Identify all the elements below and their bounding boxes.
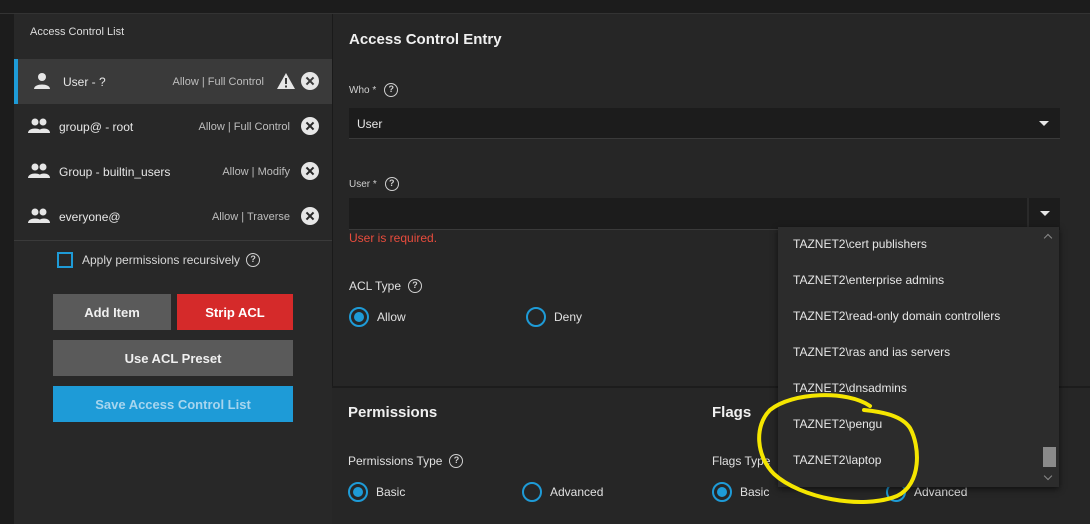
radio-label: Basic — [740, 485, 770, 499]
help-icon[interactable]: ? — [408, 279, 423, 293]
help-icon[interactable]: ? — [384, 83, 399, 97]
save-acl-button[interactable]: Save Access Control List — [53, 386, 293, 422]
group-icon — [28, 163, 50, 178]
acl-entry-name: Group - builtin_users — [59, 164, 171, 179]
radio-label: Deny — [554, 310, 583, 324]
apply-recursively-checkbox[interactable] — [57, 252, 73, 268]
radio-unselected-icon — [522, 482, 542, 502]
permissions-basic-radio[interactable]: Basic — [348, 482, 405, 502]
flags-basic-radio[interactable]: Basic — [712, 482, 769, 502]
acl-entry-everyone[interactable]: everyone@ Allow | Traverse — [14, 194, 332, 239]
user-label: User * ? — [349, 177, 399, 191]
user-label-text: User * — [349, 178, 377, 190]
who-select[interactable]: User — [349, 108, 1060, 139]
radio-label: Advanced — [914, 485, 968, 499]
access-control-list-panel: Access Control List User - ? Allow | Ful… — [14, 14, 332, 524]
acl-entry-permission: Allow | Traverse — [211, 210, 290, 223]
apply-recursively-label: Apply permissions recursively — [82, 253, 241, 267]
permissions-type-label-text: Permissions Type — [348, 454, 443, 468]
acl-type-label-text: ACL Type — [349, 279, 402, 293]
acl-type-deny-radio[interactable]: Deny — [526, 307, 582, 327]
acl-entry-list: User - ? Allow | Full Control group@ - r… — [14, 59, 332, 241]
group-icon — [28, 208, 50, 223]
scroll-up-icon[interactable] — [1043, 233, 1053, 243]
user-dropdown-toggle[interactable] — [1027, 198, 1060, 230]
scrollbar-thumb[interactable] — [1043, 447, 1056, 467]
acl-entry-group-root[interactable]: group@ - root Allow | Full Control — [14, 104, 332, 149]
radio-label: Advanced — [550, 485, 604, 499]
acl-entry-builtin-users[interactable]: Group - builtin_users Allow | Modify — [14, 149, 332, 194]
permissions-advanced-radio[interactable]: Advanced — [522, 482, 603, 502]
who-label: Who * ? — [349, 83, 399, 97]
remove-entry-icon[interactable] — [301, 72, 319, 90]
user-option[interactable]: TAZNET2\enterprise admins — [793, 273, 944, 287]
top-bar — [0, 0, 1090, 14]
permissions-title: Permissions — [348, 404, 438, 421]
radio-selected-icon — [349, 307, 369, 327]
who-label-text: Who * — [349, 84, 377, 96]
flags-title: Flags — [712, 404, 752, 421]
radio-label: Allow — [377, 310, 406, 324]
help-icon[interactable]: ? — [246, 253, 261, 267]
user-option[interactable]: TAZNET2\cert publishers — [793, 237, 927, 251]
user-error-message: User is required. — [349, 231, 438, 245]
user-option[interactable]: TAZNET2\pengu — [793, 417, 882, 431]
radio-label: Basic — [376, 485, 406, 499]
acl-entry-permission: Allow | Full Control — [198, 120, 291, 133]
user-option[interactable]: TAZNET2\read-only domain controllers — [793, 309, 1000, 323]
user-option[interactable]: TAZNET2\laptop — [793, 453, 881, 467]
group-icon — [28, 118, 50, 133]
remove-entry-icon[interactable] — [301, 162, 319, 180]
acl-type-allow-radio[interactable]: Allow — [349, 307, 406, 327]
flags-type-label-text: Flags Type — [712, 454, 771, 468]
use-acl-preset-button[interactable]: Use ACL Preset — [53, 340, 293, 376]
radio-selected-icon — [712, 482, 732, 502]
warning-icon — [277, 73, 295, 89]
user-combobox-input[interactable] — [349, 198, 1027, 230]
dropdown-scrollbar[interactable] — [1040, 227, 1059, 487]
person-icon — [34, 73, 50, 89]
acl-entry-name: User - ? — [63, 74, 106, 89]
chevron-down-icon — [1039, 121, 1049, 126]
remove-entry-icon[interactable] — [301, 117, 319, 135]
strip-acl-button[interactable]: Strip ACL — [177, 294, 293, 330]
acl-entry-name: group@ - root — [59, 119, 134, 134]
user-option[interactable]: TAZNET2\dnsadmins — [793, 381, 907, 395]
entry-title: Access Control Entry — [349, 31, 502, 48]
apply-recursively-option: Apply permissions recursively ? — [57, 252, 261, 268]
radio-selected-icon — [348, 482, 368, 502]
acl-entry-name: everyone@ — [59, 209, 121, 224]
acl-entry-permission: Allow | Modify — [222, 165, 290, 178]
flags-type-label: Flags Type — [712, 454, 770, 468]
user-dropdown-list: TAZNET2\cert publishers TAZNET2\enterpri… — [778, 227, 1059, 487]
help-icon[interactable]: ? — [449, 454, 464, 468]
who-select-value: User — [357, 117, 383, 131]
help-icon[interactable]: ? — [384, 177, 399, 191]
left-edge — [0, 14, 14, 524]
permissions-type-label: Permissions Type ? — [348, 454, 464, 468]
remove-entry-icon[interactable] — [301, 207, 319, 225]
scroll-down-icon[interactable] — [1043, 471, 1053, 481]
acl-entry-user[interactable]: User - ? Allow | Full Control — [14, 59, 332, 104]
chevron-down-icon — [1040, 211, 1050, 216]
acl-title: Access Control List — [30, 26, 125, 38]
acl-entry-permission: Allow | Full Control — [172, 75, 265, 88]
acl-type-label: ACL Type ? — [349, 279, 423, 293]
user-option[interactable]: TAZNET2\ras and ias servers — [793, 345, 950, 359]
add-item-button[interactable]: Add Item — [53, 294, 171, 330]
radio-unselected-icon — [526, 307, 546, 327]
